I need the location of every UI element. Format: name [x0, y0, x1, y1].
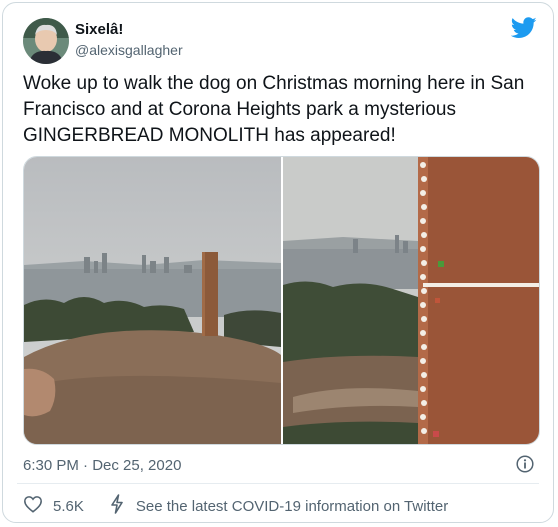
photo-gingerbread-closeup[interactable]	[283, 157, 539, 444]
lightning-icon	[110, 494, 124, 518]
tweet-text: Woke up to walk the dog on Christmas mor…	[23, 73, 525, 146]
avatar[interactable]	[23, 18, 69, 64]
photo-city-hill[interactable]	[24, 157, 281, 444]
tweet-media	[23, 156, 540, 445]
tweet-card: Sixelâ! @alexisgallagher Woke up to walk…	[2, 2, 554, 523]
covid-info-label: See the latest COVID-19 information on T…	[135, 497, 449, 515]
covid-info-link[interactable]: See the latest COVID-19 information on T…	[110, 494, 448, 518]
author-name[interactable]: Sixelâ!	[75, 21, 123, 38]
tweet-timestamp[interactable]: 6:30 PM · Dec 25, 2020	[23, 457, 181, 474]
like-button[interactable]: 5.6K	[23, 495, 84, 517]
author-handle[interactable]: @alexisgallagher	[75, 42, 183, 58]
twitter-bird-icon[interactable]	[510, 17, 537, 39]
divider	[17, 483, 539, 484]
tweet-actions: 5.6K See the latest COVID-19 information…	[23, 494, 448, 518]
heart-icon	[23, 495, 43, 517]
info-icon[interactable]	[516, 455, 534, 473]
like-count: 5.6K	[53, 497, 84, 515]
